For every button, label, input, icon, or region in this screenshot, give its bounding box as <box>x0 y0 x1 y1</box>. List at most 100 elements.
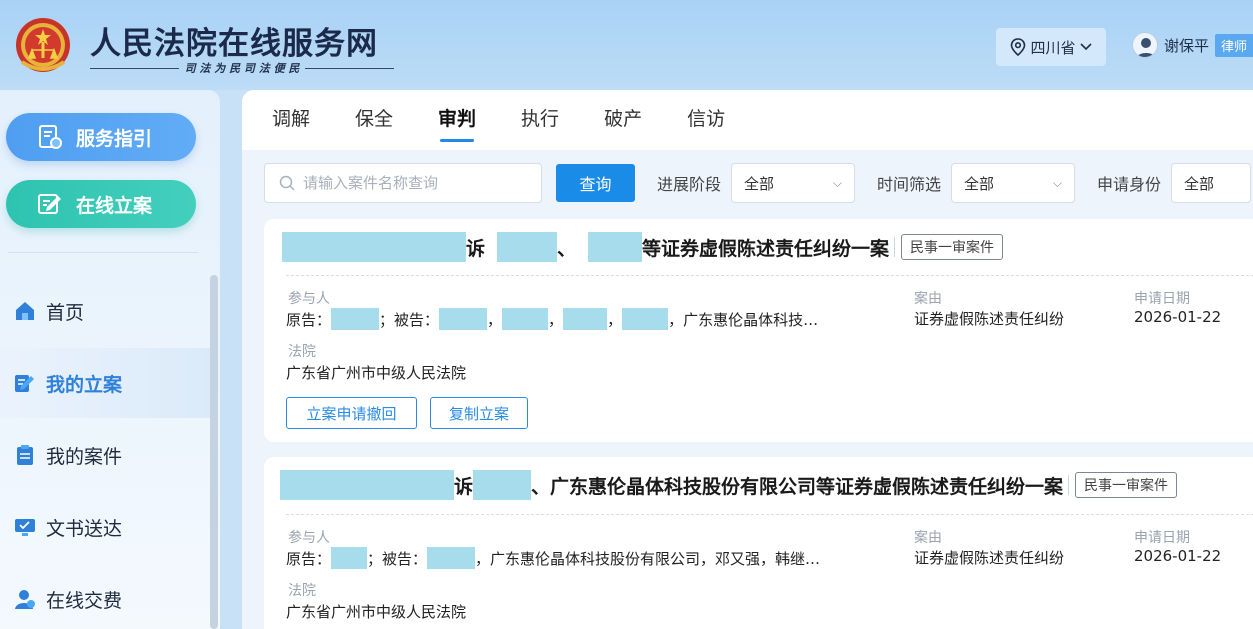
online-filing-label: 在线立案 <box>76 194 153 217</box>
withdraw-filing-button[interactable]: 立案申请撤回 <box>286 397 417 429</box>
participants-label: 参与人 <box>288 530 330 546</box>
redacted-block <box>331 308 380 330</box>
chevron-down-icon <box>1079 43 1092 51</box>
sidebar-item-label: 我的案件 <box>46 445 123 468</box>
sidebar-item-label: 首页 <box>46 301 85 324</box>
role-badge: 律师 <box>1215 33 1253 57</box>
tab-mediation[interactable]: 调解 <box>272 90 310 150</box>
search-input[interactable] <box>303 174 523 192</box>
user-menu[interactable]: 谢保平 律师 <box>1132 32 1253 58</box>
sidebar-item-my-cases[interactable]: 我的案件 <box>0 420 210 490</box>
defendant-prefix: ；被告： <box>367 549 428 568</box>
slogan-rule-left <box>90 67 179 69</box>
sidebar-divider <box>8 252 198 253</box>
filter-bar: 查询 进展阶段 全部 ⌵ 时间筛选 全部 ⌵ 申请身份 全部 <box>264 163 1252 203</box>
location-pin-icon <box>1011 38 1026 56</box>
participants-tail: ，广东惠伦晶体科技… <box>668 310 819 329</box>
edit-icon <box>15 375 34 392</box>
online-filing-button[interactable]: 在线立案 <box>6 180 196 228</box>
service-guide-button[interactable]: 服务指引 <box>6 113 196 161</box>
home-icon <box>16 302 34 320</box>
redacted-block <box>282 232 466 262</box>
participants-tail: ，广东惠伦晶体科技股份有限公司，邓又强，韩继… <box>475 549 821 568</box>
filing-edit-icon <box>38 194 61 214</box>
slogan-text: 司 法 为 民 司 法 便 民 <box>184 62 300 75</box>
time-filter-label: 时间筛选 <box>877 175 942 194</box>
search-box[interactable] <box>264 163 542 203</box>
tab-petition[interactable]: 信访 <box>687 90 725 150</box>
court-emblem-icon <box>16 18 70 72</box>
cause-value: 证券虚假陈述责任纠纷 <box>914 310 1065 328</box>
case-title-row: 诉 、 等证券虚假陈述责任纠纷一案 民事一审案件 <box>282 232 1004 262</box>
plaintiff-prefix: 原告： <box>286 310 332 329</box>
sidebar: 服务指引 在线立案 首页 我的立案 我的案件 文书送达 在线交费 <box>0 90 220 629</box>
sidebar-item-label: 我的立案 <box>46 373 123 396</box>
chevron-down-icon: ⌵ <box>1052 175 1063 190</box>
redacted-block <box>427 547 476 569</box>
time-select-value: 全部 <box>964 174 995 193</box>
redacted-block <box>588 232 643 262</box>
apply-date-value: 2026-01-22 <box>1134 547 1222 565</box>
redacted-block <box>280 470 454 500</box>
stage-select[interactable]: 全部 ⌵ <box>731 163 856 203</box>
redacted-block <box>563 308 608 330</box>
sidebar-item-document-service[interactable]: 文书送达 <box>0 492 210 562</box>
participant-separator: ， <box>607 310 623 329</box>
tab-preservation[interactable]: 保全 <box>355 90 393 150</box>
participants-value: 原告： ；被告： ，广东惠伦晶体科技股份有限公司，邓又强，韩继… <box>286 547 820 569</box>
court-label: 法院 <box>288 344 316 360</box>
user-pay-icon <box>15 590 35 609</box>
defendant-prefix: ；被告： <box>379 310 440 329</box>
case-title-part: 诉 <box>466 237 486 260</box>
case-card[interactable]: 诉 、广东惠伦晶体科技股份有限公司等证券虚假陈述责任纠纷一案 民事一审案件 参与… <box>264 457 1253 629</box>
apply-date-value: 2026-01-22 <box>1134 308 1222 326</box>
time-select[interactable]: 全部 ⌵ <box>951 163 1076 203</box>
case-title-part: 、广东惠伦晶体科技股份有限公司等证券虚假陈述责任纠纷一案 <box>531 475 1064 498</box>
slogan-rule-right <box>305 67 394 69</box>
chevron-down-icon: ⌵ <box>832 175 843 190</box>
tab-execution[interactable]: 执行 <box>521 90 559 150</box>
sidebar-scrollbar[interactable] <box>210 275 218 629</box>
avatar <box>1132 32 1158 58</box>
service-guide-label: 服务指引 <box>76 127 153 150</box>
tab-bankruptcy[interactable]: 破产 <box>604 90 642 150</box>
card-divider <box>286 514 1253 515</box>
cause-label: 案由 <box>914 291 942 307</box>
main-panel: 调解 保全 审判 执行 破产 信访 查询 进展阶段 全部 ⌵ 时间筛选 全部 ⌵… <box>242 90 1253 629</box>
stage-filter-label: 进展阶段 <box>657 175 722 194</box>
court-label: 法院 <box>288 583 316 599</box>
card-divider <box>286 275 1253 276</box>
case-title-part: 等证券虚假陈述责任纠纷一案 <box>642 237 890 260</box>
query-button[interactable]: 查询 <box>556 164 635 202</box>
sidebar-item-home[interactable]: 首页 <box>0 276 210 346</box>
sidebar-item-online-payment[interactable]: 在线交费 <box>0 564 210 629</box>
participant-separator: ， <box>548 310 564 329</box>
redacted-block <box>439 308 488 330</box>
case-title-part: 诉 <box>454 475 474 498</box>
cause-label: 案由 <box>914 530 942 546</box>
sidebar-item-label: 文书送达 <box>46 517 123 540</box>
apply-date-label: 申请日期 <box>1134 291 1190 307</box>
case-card[interactable]: 诉 、 等证券虚假陈述责任纠纷一案 民事一审案件 参与人 原告： ；被告： ， … <box>264 219 1253 442</box>
copy-filing-button[interactable]: 复制立案 <box>430 397 528 429</box>
apply-date-label: 申请日期 <box>1134 530 1190 546</box>
region-select[interactable]: 四川省 <box>996 28 1106 66</box>
site-slogan: 司 法 为 民 司 法 便 民 <box>90 60 394 76</box>
case-title-part: 、 <box>557 237 577 260</box>
identity-select[interactable]: 全部 <box>1171 163 1252 203</box>
top-header: 人民法院在线服务网 司 法 为 民 司 法 便 民 四川省 谢保平 律师 <box>0 0 1253 90</box>
identity-select-value: 全部 <box>1184 174 1215 193</box>
plaintiff-prefix: 原告： <box>286 549 332 568</box>
tab-trial[interactable]: 审判 <box>438 90 476 150</box>
sidebar-item-label: 在线交费 <box>46 589 123 612</box>
region-label: 四川省 <box>1030 38 1076 57</box>
redacted-block <box>473 470 532 500</box>
case-title-row: 诉 、广东惠伦晶体科技股份有限公司等证券虚假陈述责任纠纷一案 民事一审案件 <box>280 470 1178 500</box>
court-value: 广东省广州市中级人民法院 <box>286 364 467 382</box>
user-name: 谢保平 <box>1164 36 1210 55</box>
site-title: 人民法院在线服务网 <box>90 26 378 62</box>
participants-value: 原告： ；被告： ， ， ， ，广东惠伦晶体科技… <box>286 308 818 330</box>
cause-value: 证券虚假陈述责任纠纷 <box>914 549 1065 567</box>
sidebar-item-my-filings[interactable]: 我的立案 <box>0 348 210 418</box>
search-icon <box>279 175 295 191</box>
